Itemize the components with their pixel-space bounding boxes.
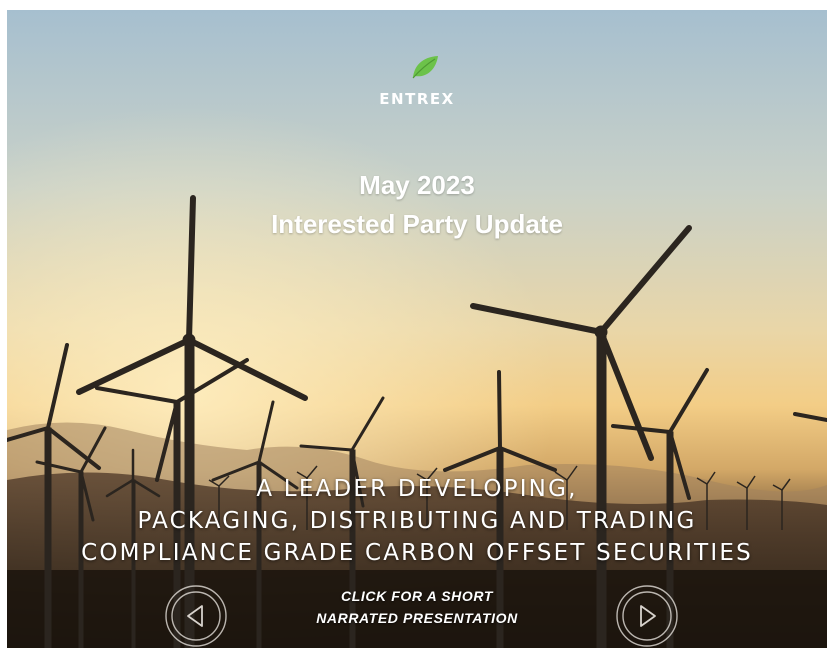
update-date: May 2023 (359, 170, 475, 200)
previous-button[interactable] (164, 584, 228, 648)
leaf-icon (412, 56, 438, 79)
previous-arrow-icon (165, 585, 227, 647)
update-title: Interested Party Update (271, 209, 563, 239)
tagline-line-3: COMPLIANCE GRADE CARBON OFFSET SECURITIE… (81, 540, 753, 566)
presentation-link-line-2[interactable]: NARRATED PRESENTATION (257, 610, 577, 626)
next-arrow-icon (616, 585, 678, 647)
tagline-line-2: PACKAGING, DISTRIBUTING AND TRADING (137, 508, 697, 534)
presentation-slide: ENTREX May 2023 Interested Party Update … (7, 10, 827, 648)
presentation-link-line-1[interactable]: CLICK FOR A SHORT (257, 588, 577, 604)
tagline-line-1: A LEADER DEVELOPING, (256, 476, 578, 502)
next-button[interactable] (615, 584, 679, 648)
brand-name: ENTREX (379, 90, 455, 108)
